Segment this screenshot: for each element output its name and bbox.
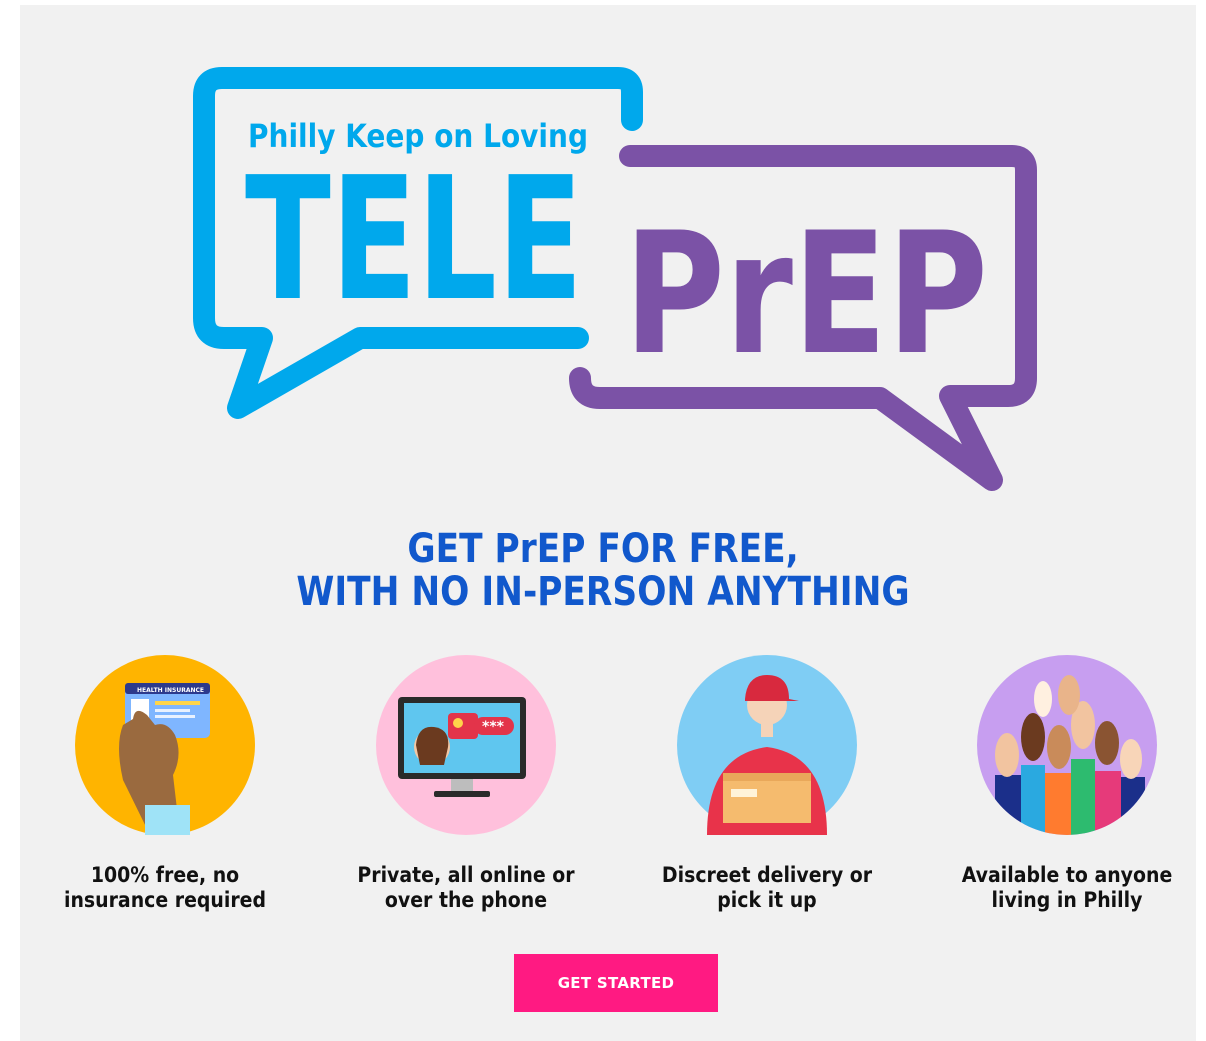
svg-text:***: ***: [482, 719, 505, 735]
headline-line-1: GET PrEP FOR FREE,: [407, 526, 799, 572]
get-started-button[interactable]: GET STARTED: [514, 954, 718, 1012]
svg-text:HEALTH INSURANCE: HEALTH INSURANCE: [137, 687, 204, 694]
headline-line-2: WITH NO IN-PERSON ANYTHING: [296, 569, 910, 615]
raised-hands-icon: [977, 655, 1157, 835]
telepre-logo: Philly Keep on Loving TELE PrEP: [193, 67, 1037, 491]
feature-caption: 100% free, no insurance required: [63, 863, 267, 912]
feature-caption: Available to anyone living in Philly: [961, 863, 1173, 912]
feature-caption: Private, all online or over the phone: [357, 863, 575, 912]
logo-tele: TELE: [245, 141, 583, 339]
feature-caption: Discreet delivery or pick it up: [661, 863, 873, 912]
computer-privacy-icon: ***: [376, 655, 556, 835]
delivery-person-icon: [677, 655, 857, 835]
health-insurance-card-icon: HEALTH INSURANCE: [75, 655, 255, 835]
logo-prep: PrEP: [624, 196, 988, 392]
